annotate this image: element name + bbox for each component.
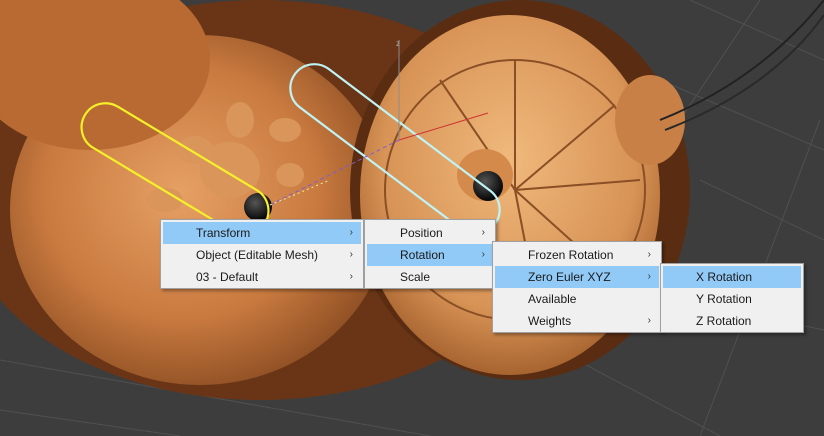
menu-item-available[interactable]: Available xyxy=(495,288,659,310)
menu-item-label: Z Rotation xyxy=(696,314,752,328)
menu-item-frozen-rotation[interactable]: Frozen Rotation › xyxy=(495,244,659,266)
menu-item-x-rotation[interactable]: X Rotation xyxy=(663,266,801,288)
menu-item-transform[interactable]: Transform › xyxy=(163,222,361,244)
menu-item-label: Object (Editable Mesh) xyxy=(196,248,319,262)
right-eye[interactable] xyxy=(473,171,503,201)
submenu-arrow-icon: › xyxy=(349,249,353,260)
menu-item-zero-euler-xyz[interactable]: Zero Euler XYZ › xyxy=(495,266,659,288)
submenu-arrow-icon: › xyxy=(349,227,353,238)
menu-item-position[interactable]: Position › xyxy=(367,222,493,244)
menu-item-weights[interactable]: Weights › xyxy=(495,310,659,332)
submenu-arrow-icon: › xyxy=(349,271,353,282)
menu-item-label: 03 - Default xyxy=(196,270,259,284)
submenu-arrow-icon: › xyxy=(647,315,651,326)
menu-item-label: Rotation xyxy=(400,248,445,262)
menu-item-label: Transform xyxy=(196,226,251,240)
3d-viewport[interactable]: z xyxy=(0,0,824,436)
menu-item-label: Zero Euler XYZ xyxy=(528,270,611,284)
submenu-arrow-icon: › xyxy=(481,249,485,260)
menu-item-label: Position xyxy=(400,226,443,240)
gizmo-z-label: z xyxy=(396,39,400,48)
menu-item-y-rotation[interactable]: Y Rotation xyxy=(663,288,801,310)
menu-item-03-default[interactable]: 03 - Default › xyxy=(163,266,361,288)
menu-item-label: X Rotation xyxy=(696,270,753,284)
quad-menu-level1: Transform › Object (Editable Mesh) › 03 - De… xyxy=(160,219,364,289)
submenu-arrow-icon: › xyxy=(481,227,485,238)
menu-item-object-editable-mesh[interactable]: Object (Editable Mesh) › xyxy=(163,244,361,266)
menu-item-rotation[interactable]: Rotation › xyxy=(367,244,493,266)
submenu-arrow-icon: › xyxy=(647,271,651,282)
quad-menu-level4-zero-euler: X Rotation Y Rotation Z Rotation xyxy=(660,263,804,333)
submenu-arrow-icon: › xyxy=(647,249,651,260)
menu-item-z-rotation[interactable]: Z Rotation xyxy=(663,310,801,332)
menu-item-label: Scale xyxy=(400,270,431,284)
menu-item-label: Available xyxy=(528,292,577,306)
menu-item-label: Weights xyxy=(528,314,572,328)
menu-item-scale[interactable]: Scale xyxy=(367,266,493,288)
menu-item-label: Frozen Rotation xyxy=(528,248,614,262)
quad-menu-level3-rotation: Frozen Rotation › Zero Euler XYZ › Available… xyxy=(492,241,662,333)
menu-item-label: Y Rotation xyxy=(696,292,752,306)
quad-menu-level2-transform: Position › Rotation › Scale xyxy=(364,219,496,289)
